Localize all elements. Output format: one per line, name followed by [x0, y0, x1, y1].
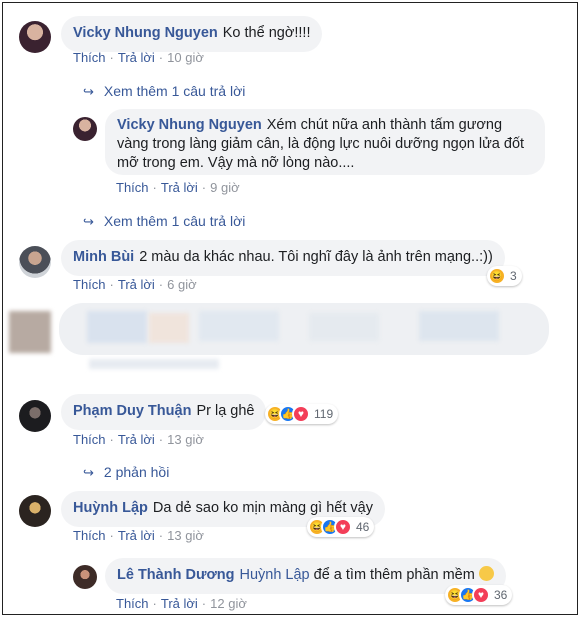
mention-link[interactable]: Huỳnh Lập	[239, 567, 309, 583]
reply-link[interactable]: Trả lời	[118, 277, 155, 292]
blurred-comment	[9, 303, 549, 371]
reply-link[interactable]: Trả lời	[161, 596, 198, 611]
timestamp[interactable]: 12 giờ	[210, 596, 247, 611]
comment-actions: Thích · Trả lời · 6 giờ	[73, 277, 197, 292]
love-icon: ♥	[334, 518, 352, 536]
reaction-count: 119	[314, 407, 334, 421]
view-more-label: Xem thêm 1 câu trả lời	[103, 83, 246, 99]
comment-text: 2 màu da khác nhau. Tôi nghĩ đây là ảnh …	[139, 249, 493, 265]
reply-arrow-icon: ↪	[83, 214, 94, 229]
like-link[interactable]: Thích	[73, 528, 106, 543]
haha-icon: 😆	[488, 267, 506, 285]
view-more-label: Xem thêm 1 câu trả lời	[103, 213, 246, 229]
slightly-frowning-emoji	[478, 566, 494, 581]
timestamp[interactable]: 13 giờ	[167, 432, 204, 447]
reply-arrow-icon: ↪	[83, 465, 94, 480]
timestamp[interactable]: 6 giờ	[167, 277, 197, 292]
comment-actions: Thích · Trả lời · 13 giờ	[73, 528, 204, 543]
timestamp[interactable]: 10 giờ	[167, 50, 204, 65]
avatar[interactable]	[19, 400, 51, 432]
avatar[interactable]	[73, 565, 97, 589]
commenter-name[interactable]: Huỳnh Lập	[73, 500, 148, 516]
comment-actions: Thích · Trả lời · 10 giờ	[73, 50, 204, 65]
reply-link[interactable]: Trả lời	[118, 50, 155, 65]
reaction-summary[interactable]: 😆 👍 ♥ 36	[445, 585, 513, 605]
comment-bubble: Phạm Duy Thuận Pr lạ ghê	[61, 394, 267, 430]
reaction-count: 46	[356, 520, 370, 534]
commenter-name[interactable]: Vicky Nhung Nguyen	[73, 25, 218, 41]
comment-bubble: Vicky Nhung Nguyen Ko thể ngờ!!!!	[61, 16, 323, 52]
comment-text: Da dẻ sao ko mịn màng gì hết vậy	[152, 500, 373, 516]
timestamp[interactable]: 13 giờ	[167, 528, 204, 543]
reply-arrow-icon: ↪	[83, 84, 94, 99]
reaction-count: 36	[494, 588, 508, 602]
view-more-replies[interactable]: ↪ 2 phản hồi	[83, 464, 169, 481]
comment-text: Pr lạ ghê	[196, 403, 255, 419]
like-link[interactable]: Thích	[73, 50, 106, 65]
comment-actions: Thích · Trả lời · 9 giờ	[116, 180, 240, 195]
view-more-replies[interactable]: ↪ Xem thêm 1 câu trả lời	[83, 213, 245, 230]
love-icon: ♥	[472, 586, 490, 604]
commenter-name[interactable]: Phạm Duy Thuận	[73, 403, 191, 419]
avatar[interactable]	[19, 21, 51, 53]
reply-link[interactable]: Trả lời	[118, 432, 155, 447]
view-more-label: 2 phản hồi	[103, 464, 170, 480]
like-link[interactable]: Thích	[116, 596, 149, 611]
reply-link[interactable]: Trả lời	[118, 528, 155, 543]
avatar[interactable]	[73, 117, 97, 141]
reaction-count: 3	[510, 269, 517, 283]
comment-bubble: Vicky Nhung Nguyen Xém chút nữa anh thành…	[105, 109, 545, 175]
view-more-replies[interactable]: ↪ Xem thêm 1 câu trả lời	[83, 83, 245, 100]
comment-bubble: Minh Bùi 2 màu da khác nhau. Tôi nghĩ đây…	[61, 240, 505, 276]
comment-actions: Thích · Trả lời · 12 giờ	[116, 596, 247, 611]
avatar[interactable]	[19, 495, 51, 527]
comment-thread: Vicky Nhung Nguyen Ko thể ngờ!!!! Thích · T…	[2, 2, 578, 615]
reaction-summary[interactable]: 😆 👍 ♥ 46	[307, 517, 375, 537]
like-link[interactable]: Thích	[73, 432, 106, 447]
timestamp[interactable]: 9 giờ	[210, 180, 240, 195]
comment-text: để a tìm thêm phần mềm	[313, 567, 475, 583]
comment-actions: Thích · Trả lời · 13 giờ	[73, 432, 204, 447]
reaction-summary[interactable]: 😆 👍 ♥ 119	[265, 404, 339, 424]
like-link[interactable]: Thích	[73, 277, 106, 292]
like-link[interactable]: Thích	[116, 180, 149, 195]
comment-text: Ko thể ngờ!!!!	[222, 25, 311, 41]
commenter-name[interactable]: Minh Bùi	[73, 249, 134, 265]
commenter-name[interactable]: Vicky Nhung Nguyen	[117, 117, 262, 133]
reaction-summary[interactable]: 😆 3	[487, 266, 522, 286]
avatar[interactable]	[19, 246, 51, 278]
reply-link[interactable]: Trả lời	[161, 180, 198, 195]
commenter-name[interactable]: Lê Thành Dương	[117, 567, 234, 583]
love-icon: ♥	[292, 405, 310, 423]
